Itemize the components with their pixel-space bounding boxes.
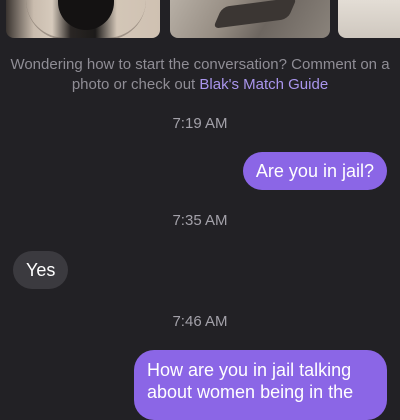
message-timestamp: 7:35 AM xyxy=(172,212,228,229)
match-guide-link[interactable]: Blak's Match Guide xyxy=(199,76,328,93)
message-timestamp: 7:19 AM xyxy=(172,115,228,132)
profile-photos-strip xyxy=(0,0,400,38)
received-message-bubble[interactable]: Yes xyxy=(13,251,69,289)
profile-photo-3[interactable] xyxy=(338,0,400,38)
profile-photo-2[interactable] xyxy=(170,0,330,38)
conversation-starter-prompt: Wondering how to start the conversation?… xyxy=(8,55,392,95)
photo-subject-shape xyxy=(212,0,298,29)
message-timestamp: 7:46 AM xyxy=(172,313,228,330)
sent-message-bubble[interactable]: Are you in jail? xyxy=(242,152,387,190)
sent-message-bubble[interactable]: How are you in jail talking about women … xyxy=(134,350,387,420)
profile-photo-1[interactable] xyxy=(6,0,160,38)
